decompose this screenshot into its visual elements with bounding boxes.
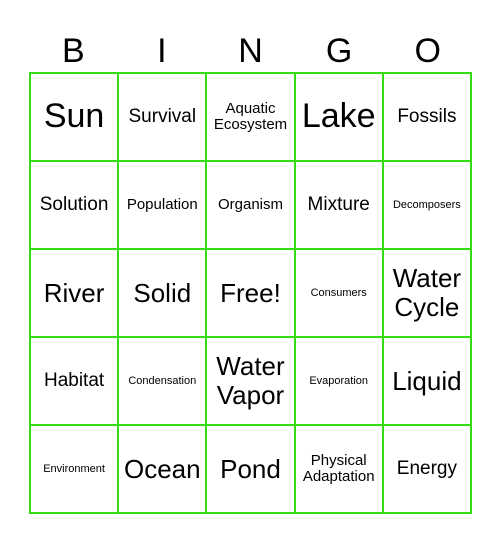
bingo-cell[interactable]: Decomposers — [382, 161, 471, 249]
bingo-cell[interactable]: River — [30, 249, 119, 337]
bingo-cell[interactable]: Water Vapor — [206, 337, 295, 425]
bingo-cell[interactable]: Fossils — [382, 73, 471, 161]
bingo-cell[interactable]: Survival — [118, 73, 207, 161]
bingo-cell[interactable]: Condensation — [118, 337, 207, 425]
bingo-cell[interactable]: Energy — [382, 425, 471, 513]
bingo-cell[interactable]: Aquatic Ecosystem — [206, 73, 295, 161]
bingo-cell[interactable]: Water Cycle — [382, 249, 471, 337]
bingo-cell[interactable]: Pond — [206, 425, 295, 513]
bingo-cell[interactable]: Habitat — [30, 337, 119, 425]
bingo-cell[interactable]: Ocean — [118, 425, 207, 513]
bingo-cell[interactable]: Sun — [30, 73, 119, 161]
header-letter-n: N — [238, 32, 263, 70]
bingo-cell[interactable]: Liquid — [382, 337, 471, 425]
free-space-cell[interactable]: Free! — [206, 249, 295, 337]
bingo-cell[interactable]: Solid — [118, 249, 207, 337]
bingo-cell[interactable]: Population — [118, 161, 207, 249]
bingo-cell[interactable]: Mixture — [294, 161, 383, 249]
bingo-cell[interactable]: Evaporation — [294, 337, 383, 425]
bingo-cell[interactable]: Organism — [206, 161, 295, 249]
bingo-cell[interactable]: Solution — [30, 161, 119, 249]
bingo-cell[interactable]: Physical Adaptation — [294, 425, 383, 513]
bingo-cell[interactable]: Consumers — [294, 249, 383, 337]
header-letter-b: B — [61, 32, 85, 70]
bingo-grid: Sun Survival Aquatic Ecosystem Lake Foss… — [29, 72, 472, 514]
header-letter-i: I — [157, 32, 167, 70]
header-letter-o: O — [414, 32, 441, 70]
bingo-cell[interactable]: Lake — [294, 73, 383, 161]
header-letter-g: G — [325, 32, 353, 70]
bingo-header: B I N G O — [29, 30, 472, 72]
bingo-cell[interactable]: Environment — [30, 425, 119, 513]
